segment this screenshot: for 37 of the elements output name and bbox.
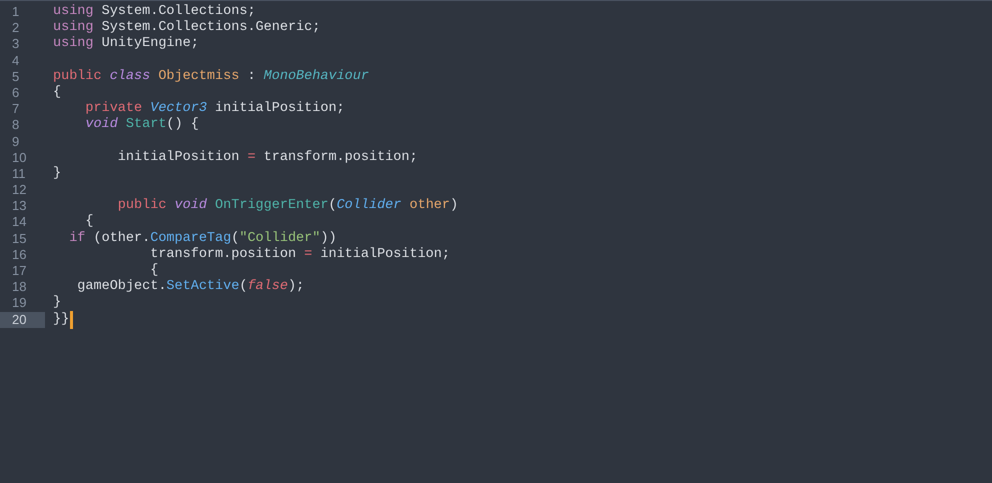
- line-number: 14: [11, 214, 28, 231]
- line-number: 20: [0, 312, 45, 328]
- code-line: }: [53, 295, 62, 312]
- code-line: public class Objectmiss : MonoBehaviour: [53, 68, 369, 85]
- line-number: 12: [11, 182, 28, 198]
- code-line: using UnityEngine;: [53, 36, 199, 53]
- code-line: {: [53, 84, 62, 102]
- code-line: gameObject.SetActive(false);: [76, 279, 304, 296]
- code-line: {: [84, 214, 94, 231]
- line-number: 10: [11, 150, 28, 166]
- line-number: 1: [11, 4, 20, 20]
- code-line: initialPosition = transform.position;: [116, 150, 418, 166]
- line-number: 19: [11, 295, 28, 312]
- line-number: 5: [11, 68, 20, 85]
- line-number: 8: [11, 117, 20, 134]
- code-line: void Start() {: [84, 117, 199, 134]
- code-line: }}: [53, 312, 70, 328]
- code-line: public void OnTriggerEnter(Collider other): [116, 198, 458, 214]
- line-number: 16: [11, 246, 28, 263]
- code-line: private Vector3 initialPosition;: [84, 101, 345, 117]
- line-number: 4: [11, 52, 20, 69]
- code-line: {: [149, 263, 158, 279]
- code-line: transform.position = initialPosition;: [149, 246, 450, 263]
- code-line: }: [53, 166, 62, 182]
- line-number: 3: [11, 36, 20, 53]
- line-number: 9: [11, 134, 20, 150]
- code-line: using System.Collections;: [53, 4, 256, 20]
- line-number: 2: [11, 20, 20, 36]
- line-number: 13: [11, 198, 28, 214]
- line-number: 18: [11, 279, 28, 296]
- line-number: 7: [11, 101, 20, 118]
- code-line: if (other.CompareTag("Collider")): [68, 230, 337, 247]
- line-number: 11: [11, 166, 26, 182]
- line-number: 15: [11, 230, 28, 247]
- line-number: 17: [11, 263, 28, 280]
- line-number: 6: [11, 84, 20, 102]
- code-line: using System.Collections.Generic;: [53, 20, 320, 36]
